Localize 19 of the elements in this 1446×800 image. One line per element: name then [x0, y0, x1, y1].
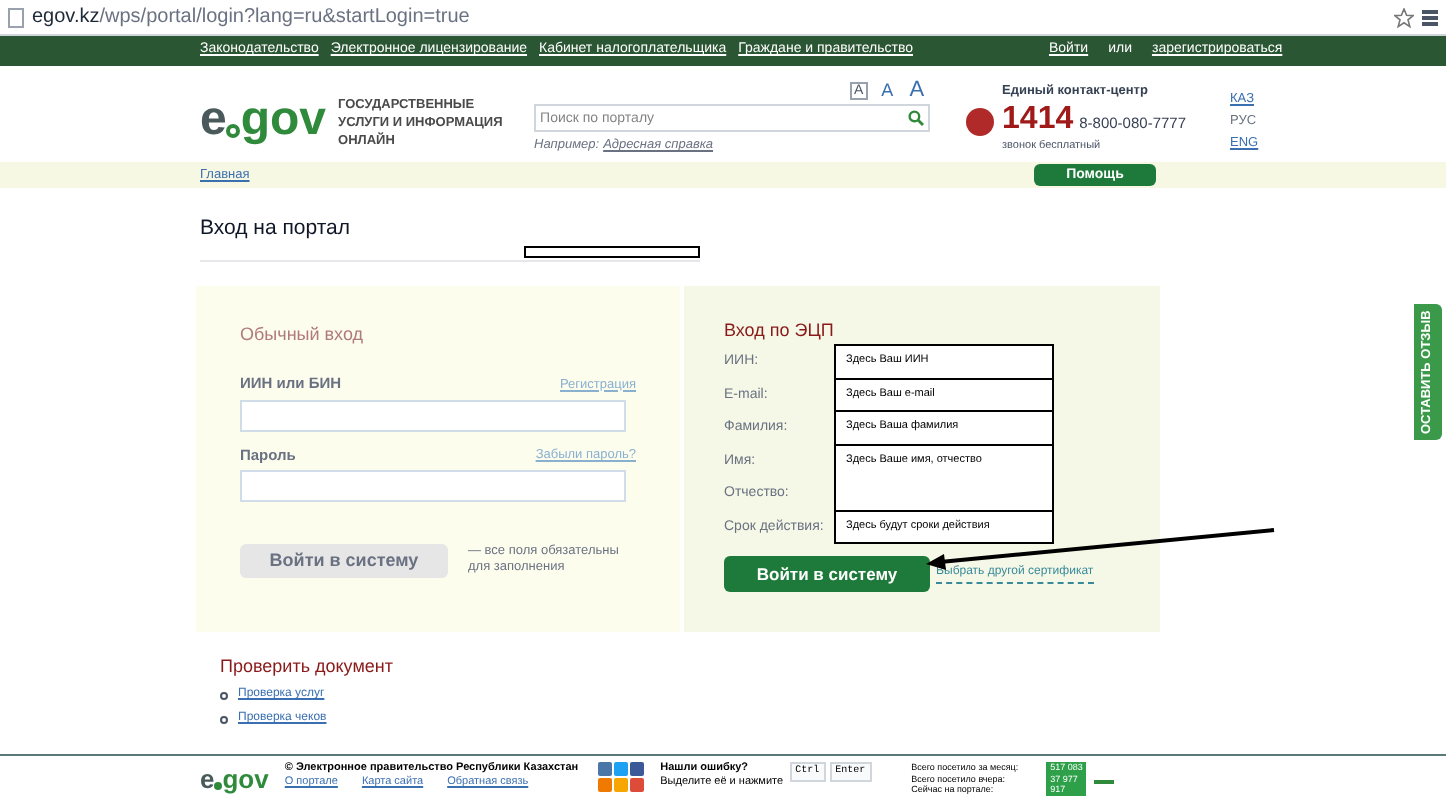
egov-logo[interactable]: e gov [200, 766, 269, 794]
input-field[interactable] [240, 469, 626, 502]
input-field[interactable] [240, 399, 626, 431]
font-size-button[interactable]: A [907, 79, 927, 101]
page-icon [8, 7, 24, 27]
login-button[interactable]: Войти в систему [724, 556, 930, 593]
address-bar[interactable]: egov.kz/wps/portal/login?lang=ru&startLogin=true [32, 2, 470, 32]
star-icon[interactable] [1394, 7, 1414, 27]
font-size-button[interactable]: A [879, 81, 896, 99]
egov-logo[interactable]: e gov [200, 94, 327, 146]
short-number: 1414 [1002, 101, 1074, 138]
search-icon[interactable] [908, 110, 925, 126]
bullet-icon [220, 715, 228, 724]
page-title: Вход на портал [200, 214, 353, 244]
section-title: Проверить документ [220, 653, 395, 680]
bullet-icon [220, 691, 228, 700]
panel-title: Вход по ЭЦП [724, 317, 836, 344]
menu-icon[interactable] [1422, 9, 1438, 25]
panel-title: Обычный вход [240, 321, 366, 348]
